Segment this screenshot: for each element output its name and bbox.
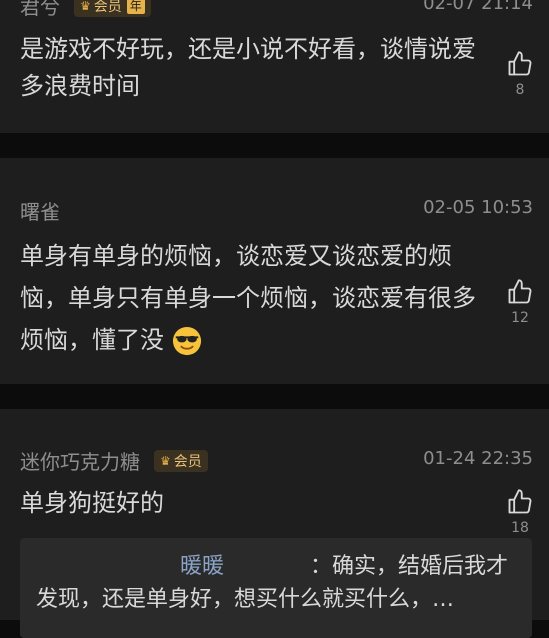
comment-text-body: 单身有单身的烦恼，谈恋爱又谈恋爱的烦恼，单身只有单身一个烦恼，谈恋爱有很多烦恼，… xyxy=(20,242,476,354)
comment-card-2: 曙雀 02-05 10:53 单身有单身的烦恼，谈恋爱又谈恋爱的烦恼，单身只有单… xyxy=(0,158,549,384)
like-count: 12 xyxy=(511,310,529,326)
like-button[interactable]: 12 xyxy=(503,278,537,326)
separator xyxy=(0,133,549,158)
comment-author[interactable]: 君兮 xyxy=(20,0,60,20)
reply-author[interactable]: 暖暖 xyxy=(180,554,224,579)
vip-badge-label: 会员 xyxy=(173,453,202,470)
separator xyxy=(0,384,549,409)
thumbs-up-icon xyxy=(508,489,532,514)
sunglasses-emoji xyxy=(172,326,201,356)
like-button[interactable]: 8 xyxy=(503,50,537,98)
comment-text: 单身狗挺好的 xyxy=(20,489,164,517)
crown-icon: ♛ xyxy=(160,453,171,468)
comment-author-row: 曙雀 xyxy=(20,196,60,225)
comment-time: 02-05 10:53 xyxy=(423,197,533,218)
vip-badge-label: 会员 xyxy=(93,0,122,15)
thumbs-up-icon xyxy=(508,51,532,76)
comment-author[interactable]: 迷你巧克力糖 xyxy=(20,446,140,475)
comment-card-1: 君兮 ♛ 会员 年 02-07 21:14 是游戏不好玩，还是小说不好看，谈情说… xyxy=(0,0,549,133)
vip-year-tag: 年 xyxy=(126,0,145,14)
like-count: 8 xyxy=(515,82,525,98)
reply-body: ：确实，结婚后我才发现，还是单身好，想买什么就买什么，… xyxy=(36,554,509,612)
comment-time: 01-24 22:35 xyxy=(423,448,533,469)
vip-badge: ♛ 会员 xyxy=(154,449,208,472)
comment-time: 02-07 21:14 xyxy=(423,0,533,14)
comment-author-row: 君兮 ♛ 会员 年 xyxy=(20,0,151,20)
comment-author-row: 迷你巧克力糖 ♛ 会员 xyxy=(20,446,208,475)
comment-author[interactable]: 曙雀 xyxy=(20,196,60,225)
like-count: 18 xyxy=(511,520,529,536)
reply-preview[interactable]: 暖暖 ：确实，结婚后我才发现，还是单身好，想买什么就买什么，… xyxy=(20,538,532,638)
vip-badge: ♛ 会员 年 xyxy=(74,0,151,17)
like-button[interactable]: 18 xyxy=(503,488,537,536)
comment-text: 是游戏不好玩，还是小说不好看，谈情说爱多浪费时间 xyxy=(20,35,476,100)
thumbs-up-icon xyxy=(508,279,532,304)
reply-text: 暖暖 ：确实，结婚后我才发现，还是单身好，想买什么就买什么，… xyxy=(36,550,520,616)
crown-icon: ♛ xyxy=(80,0,91,13)
comment-text: 单身有单身的烦恼，谈恋爱又谈恋爱的烦恼，单身只有单身一个烦恼，谈恋爱有很多烦恼，… xyxy=(20,235,480,361)
